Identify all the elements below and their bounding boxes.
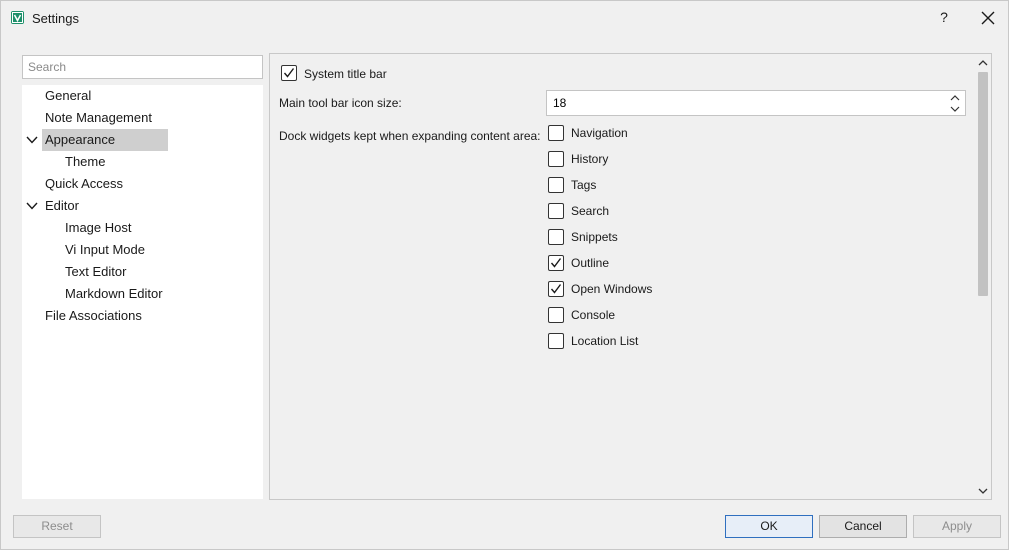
icon-size-spinbox[interactable] — [546, 90, 966, 116]
reset-button[interactable]: Reset — [13, 515, 101, 538]
tree-item-label: Appearance — [45, 132, 116, 147]
tree-item-editor[interactable]: Editor — [42, 195, 79, 217]
help-button[interactable]: ? — [936, 9, 952, 27]
navigation-checkbox[interactable] — [548, 125, 564, 141]
open-windows-label[interactable]: Open Windows — [571, 281, 652, 297]
snippets-label[interactable]: Snippets — [571, 229, 618, 245]
tree-item-file-associations[interactable]: File Associations — [42, 305, 142, 327]
tree-item-vi-input-mode[interactable]: Vi Input Mode — [62, 239, 145, 261]
search-checkbox[interactable] — [548, 203, 564, 219]
tree-item-label: General — [45, 88, 92, 103]
title-bar: Settings ? — [1, 1, 1008, 35]
tree-item-label: Editor — [45, 198, 79, 213]
location-list-checkbox[interactable] — [548, 333, 564, 349]
system-title-bar-label[interactable]: System title bar — [304, 66, 387, 82]
close-button[interactable] — [979, 9, 997, 27]
ok-button[interactable]: OK — [725, 515, 813, 538]
appearance-panel — [269, 53, 992, 500]
search-label[interactable]: Search — [571, 203, 609, 219]
tree-item-theme[interactable]: Theme — [62, 151, 105, 173]
checkmark-icon — [550, 284, 562, 294]
outline-label[interactable]: Outline — [571, 255, 609, 271]
chevron-down-icon[interactable] — [26, 134, 38, 146]
scroll-down-arrow-icon[interactable] — [977, 486, 989, 496]
settings-tree: General Note Management Appearance Theme… — [22, 85, 263, 499]
checkmark-icon — [550, 258, 562, 268]
dock-widgets-label: Dock widgets kept when expanding content… — [279, 129, 541, 143]
system-title-bar-checkbox[interactable] — [281, 65, 297, 81]
app-logo-icon — [11, 11, 24, 24]
navigation-label[interactable]: Navigation — [571, 125, 628, 141]
console-checkbox[interactable] — [548, 307, 564, 323]
snippets-checkbox[interactable] — [548, 229, 564, 245]
tree-item-label: Text Editor — [65, 264, 127, 279]
console-label[interactable]: Console — [571, 307, 615, 323]
tree-item-quick-access[interactable]: Quick Access — [42, 173, 123, 195]
icon-size-input[interactable] — [551, 94, 931, 112]
tree-item-label: Note Management — [45, 110, 152, 125]
search-input[interactable] — [22, 55, 263, 79]
tree-item-appearance[interactable]: Appearance — [42, 129, 168, 151]
outline-checkbox[interactable] — [548, 255, 564, 271]
tree-item-label: Image Host — [65, 220, 132, 235]
chevron-up-icon[interactable] — [949, 93, 961, 103]
tree-item-label: Markdown Editor — [65, 286, 163, 301]
checkmark-icon — [283, 68, 295, 78]
tree-item-general[interactable]: General — [42, 85, 91, 107]
history-label[interactable]: History — [571, 151, 608, 167]
tree-item-label: Quick Access — [45, 176, 124, 191]
tags-checkbox[interactable] — [548, 177, 564, 193]
tree-item-note-management[interactable]: Note Management — [42, 107, 152, 129]
tags-label[interactable]: Tags — [571, 177, 596, 193]
icon-size-label: Main tool bar icon size: — [279, 96, 402, 110]
tree-item-text-editor[interactable]: Text Editor — [62, 261, 126, 283]
tree-item-label: Vi Input Mode — [65, 242, 145, 257]
tree-item-markdown-editor[interactable]: Markdown Editor — [62, 283, 163, 305]
chevron-down-icon[interactable] — [949, 104, 961, 114]
settings-dialog: Settings ? General Note Management Appea… — [0, 0, 1009, 550]
location-list-label[interactable]: Location List — [571, 333, 638, 349]
tree-item-label: File Associations — [45, 308, 142, 323]
chevron-down-icon[interactable] — [26, 200, 38, 212]
history-checkbox[interactable] — [548, 151, 564, 167]
tree-item-label: Theme — [65, 154, 106, 169]
window-title: Settings — [32, 11, 79, 26]
scrollbar-thumb[interactable] — [978, 72, 988, 296]
tree-item-image-host[interactable]: Image Host — [62, 217, 131, 239]
scroll-up-arrow-icon[interactable] — [977, 58, 989, 68]
open-windows-checkbox[interactable] — [548, 281, 564, 297]
apply-button[interactable]: Apply — [913, 515, 1001, 538]
close-icon — [981, 11, 995, 25]
cancel-button[interactable]: Cancel — [819, 515, 907, 538]
